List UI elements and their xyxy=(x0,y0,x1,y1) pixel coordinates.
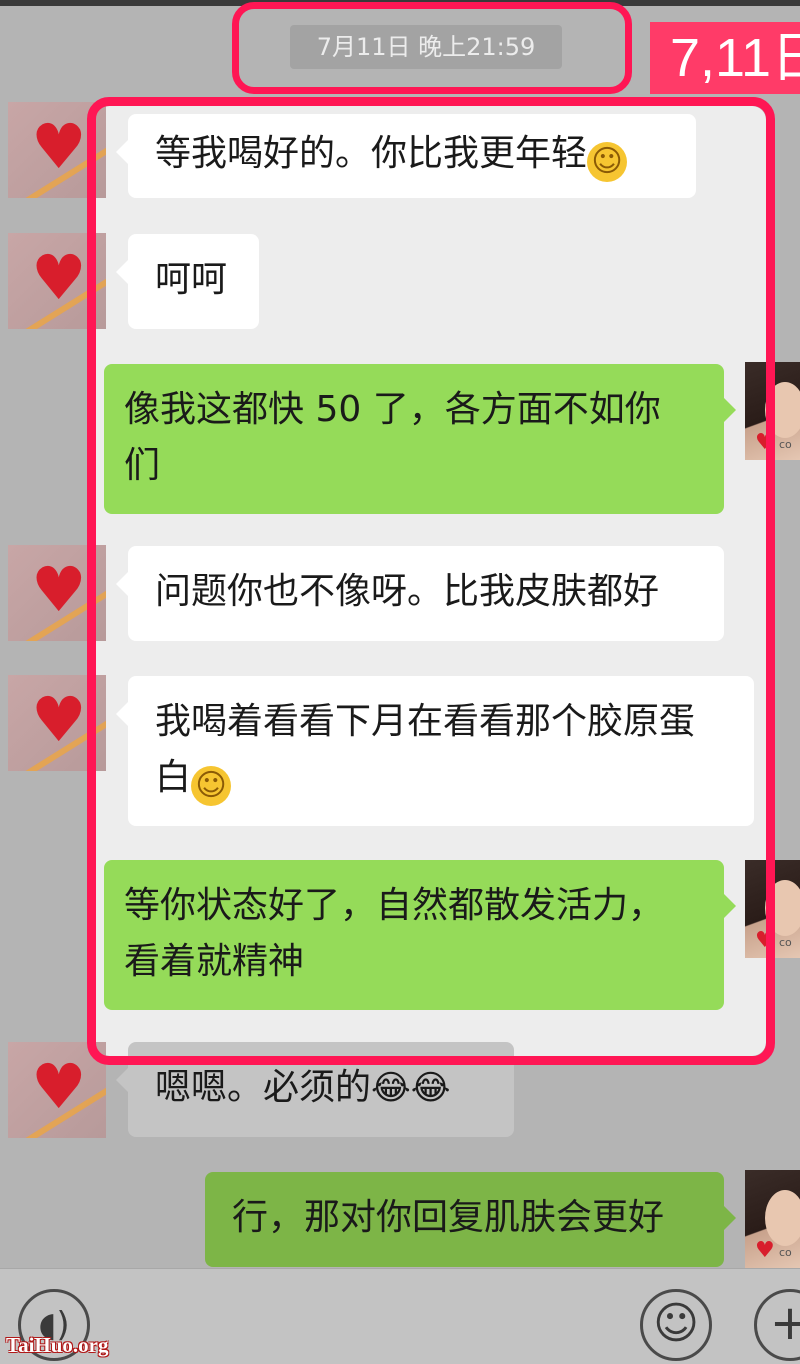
conversation-highlight-frame xyxy=(87,97,775,1065)
laugh-cry-emoji-icon: 😂😂 xyxy=(371,1068,451,1108)
date-annotation-tag: 7,11日 xyxy=(650,22,800,94)
plus-icon[interactable]: + xyxy=(754,1289,800,1361)
chat-input-bar: ◖) ☺ + xyxy=(0,1268,800,1364)
heart-icon: ♥ xyxy=(31,1050,87,1123)
avatar-caption: co xyxy=(779,1246,792,1259)
timestamp-highlight-frame xyxy=(232,2,632,94)
heart-icon: ♥ xyxy=(31,553,87,626)
heart-icon: ♥ xyxy=(31,110,87,183)
message-text: 行，那对你回复肌肤会更好 xyxy=(232,1197,665,1238)
emoji-icon[interactable]: ☺ xyxy=(640,1289,712,1361)
message-text: 嗯嗯。必须的 xyxy=(155,1067,372,1108)
heart-icon: ♥ xyxy=(755,1238,775,1263)
avatar-caption: co xyxy=(779,936,792,949)
user-avatar[interactable]: ♥ co xyxy=(745,1170,800,1268)
watermark: TaiHuo.org xyxy=(6,1333,109,1357)
avatar-caption: co xyxy=(779,438,792,451)
heart-icon: ♥ xyxy=(31,241,87,314)
heart-icon: ♥ xyxy=(31,683,87,756)
message-bubble-sent[interactable]: 行，那对你回复肌肤会更好 xyxy=(205,1172,736,1267)
